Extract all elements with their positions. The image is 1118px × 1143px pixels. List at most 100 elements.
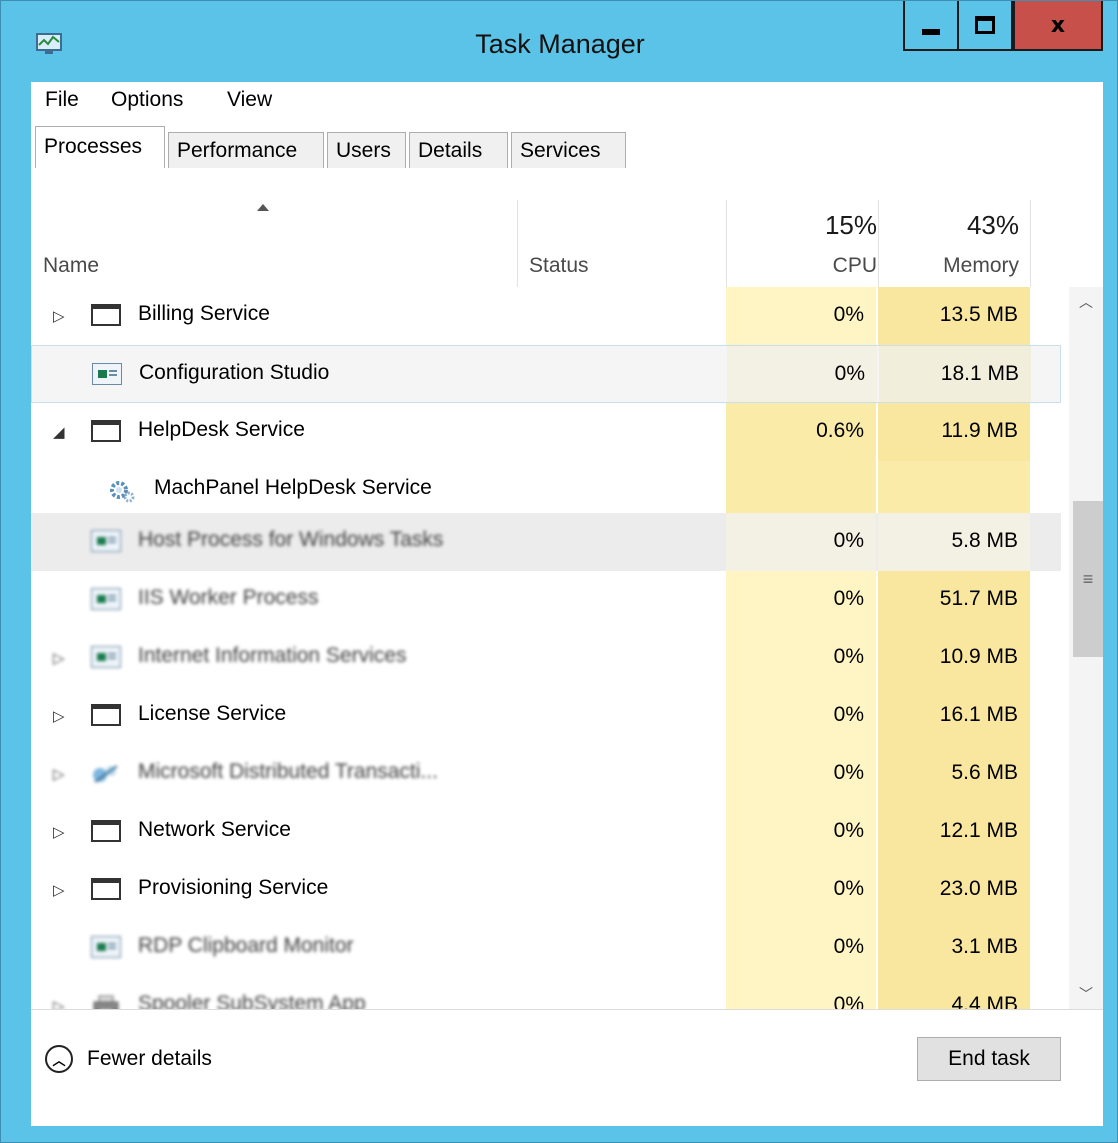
memory-cell: 12.1 MB: [878, 803, 1030, 861]
title-bar[interactable]: Task Manager x: [1, 1, 1118, 87]
process-icon: [91, 420, 121, 442]
window-icon: [91, 704, 121, 726]
memory-cell: 23.0 MB: [878, 861, 1030, 919]
expand-arrow-icon[interactable]: ▷: [53, 823, 65, 841]
process-icon: [91, 588, 121, 610]
app-icon: [91, 936, 121, 958]
column-divider[interactable]: [1030, 200, 1031, 287]
memory-cell: [878, 461, 1030, 519]
vertical-scrollbar[interactable]: ︿ ≡ ﹀: [1069, 287, 1103, 1009]
memory-cell: 51.7 MB: [878, 571, 1030, 629]
process-row[interactable]: 0% 5.8 MB Host Process for Windows Tasks: [31, 513, 1061, 571]
app-icon: [92, 363, 122, 385]
memory-total: 43%: [966, 210, 1019, 240]
memory-cell: 11.9 MB: [878, 403, 1030, 461]
memory-cell: 13.5 MB: [878, 287, 1030, 345]
scroll-up-button[interactable]: ︿: [1069, 287, 1103, 317]
process-row[interactable]: 0% 13.5 MB ▷ Billing Service: [31, 287, 1061, 345]
cpu-cell: 0%: [726, 571, 876, 629]
cpu-cell: 0.6%: [726, 403, 876, 461]
process-row[interactable]: 0% 18.1 MB Configuration Studio: [31, 345, 1061, 403]
column-cpu[interactable]: CPU: [833, 254, 877, 278]
end-task-button[interactable]: End task: [917, 1037, 1061, 1081]
close-button[interactable]: x: [1013, 1, 1103, 51]
process-row[interactable]: 0.6% 11.9 MB ◢ HelpDesk Service: [31, 403, 1061, 461]
menu-view[interactable]: View: [227, 88, 272, 112]
process-list: 0% 13.5 MB ▷ Billing Service 0% 18.1 MB Config…: [31, 287, 1061, 1009]
process-row[interactable]: 0% 5.6 MB ▷ Microsoft Distributed Transacti…: [31, 745, 1061, 803]
app-icon: [91, 588, 121, 610]
process-row[interactable]: 0% 51.7 MB IIS Worker Process: [31, 571, 1061, 629]
tab-details[interactable]: Details: [409, 132, 508, 168]
process-icon: [91, 936, 121, 958]
process-row[interactable]: 0% 3.1 MB RDP Clipboard Monitor: [31, 919, 1061, 977]
process-row[interactable]: 0% 12.1 MB ▷ Network Service: [31, 803, 1061, 861]
memory-cell: 5.6 MB: [878, 745, 1030, 803]
memory-cell: 18.1 MB: [879, 346, 1031, 402]
menu-bar: File Options View: [31, 82, 1103, 122]
maximize-icon: [975, 16, 995, 34]
cpu-cell: 0%: [726, 803, 876, 861]
fewer-details-button[interactable]: ︿ Fewer details: [45, 1042, 212, 1076]
tab-processes[interactable]: Processes: [35, 126, 165, 169]
column-memory[interactable]: Memory: [943, 254, 1019, 278]
transaction-icon: [91, 762, 121, 791]
column-divider[interactable]: [726, 200, 727, 287]
cpu-cell: 0%: [726, 287, 876, 345]
process-row[interactable]: MachPanel HelpDesk Service: [31, 461, 1061, 519]
process-icon: [91, 646, 121, 668]
expand-arrow-icon[interactable]: ▷: [53, 881, 65, 899]
window-icon: [91, 420, 121, 442]
tab-performance[interactable]: Performance: [168, 132, 324, 168]
cpu-cell: 0%: [726, 513, 876, 571]
expand-arrow-icon[interactable]: ▷: [53, 997, 65, 1009]
process-row[interactable]: 0% 4.4 MB ▷ Spooler SubSystem App: [31, 977, 1061, 1009]
process-name: Provisioning Service: [138, 876, 329, 899]
memory-cell: 4.4 MB: [878, 977, 1030, 1009]
cpu-cell: [726, 461, 876, 519]
process-icon: [91, 878, 121, 900]
expand-arrow-icon[interactable]: ▷: [53, 649, 65, 667]
process-icon: [107, 478, 137, 503]
cpu-cell: 0%: [726, 745, 876, 803]
expand-arrow-icon[interactable]: ▷: [53, 765, 65, 783]
process-name: MachPanel HelpDesk Service: [154, 476, 432, 499]
column-divider[interactable]: [878, 200, 879, 287]
gear-icon: [107, 478, 137, 509]
grip-icon: ≡: [1082, 568, 1094, 589]
memory-cell: 5.8 MB: [878, 513, 1030, 571]
cpu-total: 15%: [824, 210, 877, 240]
process-name: Spooler SubSystem App: [138, 992, 366, 1009]
collapse-arrow-icon[interactable]: ◢: [53, 423, 65, 441]
tab-users[interactable]: Users: [327, 132, 406, 168]
process-name: Internet Information Services: [138, 644, 407, 667]
task-manager-window: Task Manager x File Options View Process…: [0, 0, 1118, 1143]
maximize-button[interactable]: [957, 1, 1013, 51]
expand-arrow-icon[interactable]: ▷: [53, 707, 65, 725]
column-status[interactable]: Status: [529, 254, 589, 278]
expand-arrow-icon[interactable]: ▷: [53, 307, 65, 325]
process-name: Microsoft Distributed Transacti...: [138, 760, 438, 783]
memory-cell: 3.1 MB: [878, 919, 1030, 977]
process-name: IIS Worker Process: [138, 586, 319, 609]
scroll-thumb[interactable]: ≡: [1073, 501, 1103, 657]
column-divider[interactable]: [517, 200, 518, 287]
process-name: Host Process for Windows Tasks: [138, 528, 444, 551]
cpu-cell: 0%: [726, 687, 876, 745]
minimize-button[interactable]: [903, 1, 959, 51]
process-row[interactable]: 0% 23.0 MB ▷ Provisioning Service: [31, 861, 1061, 919]
app-icon: [91, 646, 121, 668]
scroll-down-button[interactable]: ﹀: [1069, 979, 1103, 1009]
process-icon: [91, 704, 121, 726]
menu-file[interactable]: File: [45, 88, 79, 112]
tab-services[interactable]: Services: [511, 132, 626, 168]
process-row[interactable]: 0% 10.9 MB ▷ Internet Information Services: [31, 629, 1061, 687]
column-name[interactable]: Name: [43, 254, 99, 278]
tab-bar: Processes Performance Users Details Serv…: [31, 124, 1103, 169]
printer-icon: [91, 994, 121, 1009]
cpu-cell: 0%: [726, 629, 876, 687]
sort-ascending-icon: [257, 204, 269, 211]
menu-options[interactable]: Options: [111, 88, 183, 112]
close-icon: x: [1050, 12, 1066, 38]
process-row[interactable]: 0% 16.1 MB ▷ License Service: [31, 687, 1061, 745]
